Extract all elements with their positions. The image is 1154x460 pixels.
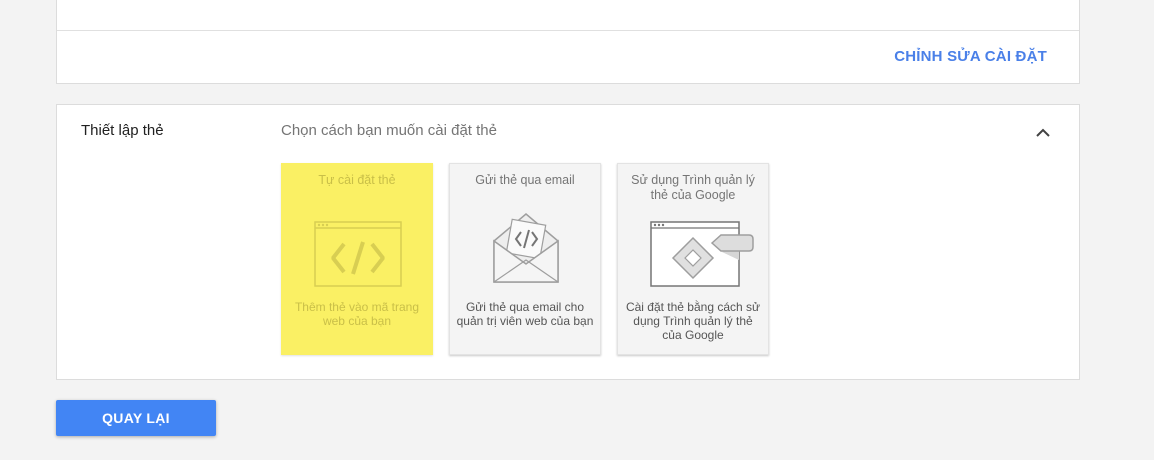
- option-description: Cài đặt thẻ bằng cách sử dụng Trình quản…: [625, 300, 761, 342]
- top-settings-panel: CHỈNH SỬA CÀI ĐẶT: [56, 0, 1080, 84]
- edit-settings-link[interactable]: CHỈNH SỬA CÀI ĐẶT: [894, 48, 1047, 65]
- setup-section-title: Thiết lập thẻ: [81, 122, 164, 139]
- tag-setup-panel: Thiết lập thẻ Chọn cách bạn muốn cài đặt…: [56, 104, 1080, 380]
- option-description: Gửi thẻ qua email cho quản trị viên web …: [456, 300, 594, 328]
- option-card-self-install[interactable]: Tự cài đặt thẻ Thêm thẻ vào mã trang web…: [281, 163, 433, 355]
- panel-divider: [57, 30, 1079, 31]
- option-card-tag-manager[interactable]: Sử dụng Trình quản lý thẻ của Google Cài…: [617, 163, 769, 355]
- setup-section-subtitle: Chọn cách bạn muốn cài đặt thẻ: [281, 122, 497, 139]
- option-card-email[interactable]: Gửi thẻ qua email Gửi thẻ qua email cho …: [449, 163, 601, 355]
- chevron-up-icon[interactable]: [1033, 125, 1053, 141]
- option-description: Thêm thẻ vào mã trang web của bạn: [294, 300, 420, 328]
- back-button[interactable]: QUAY LẠI: [56, 400, 216, 436]
